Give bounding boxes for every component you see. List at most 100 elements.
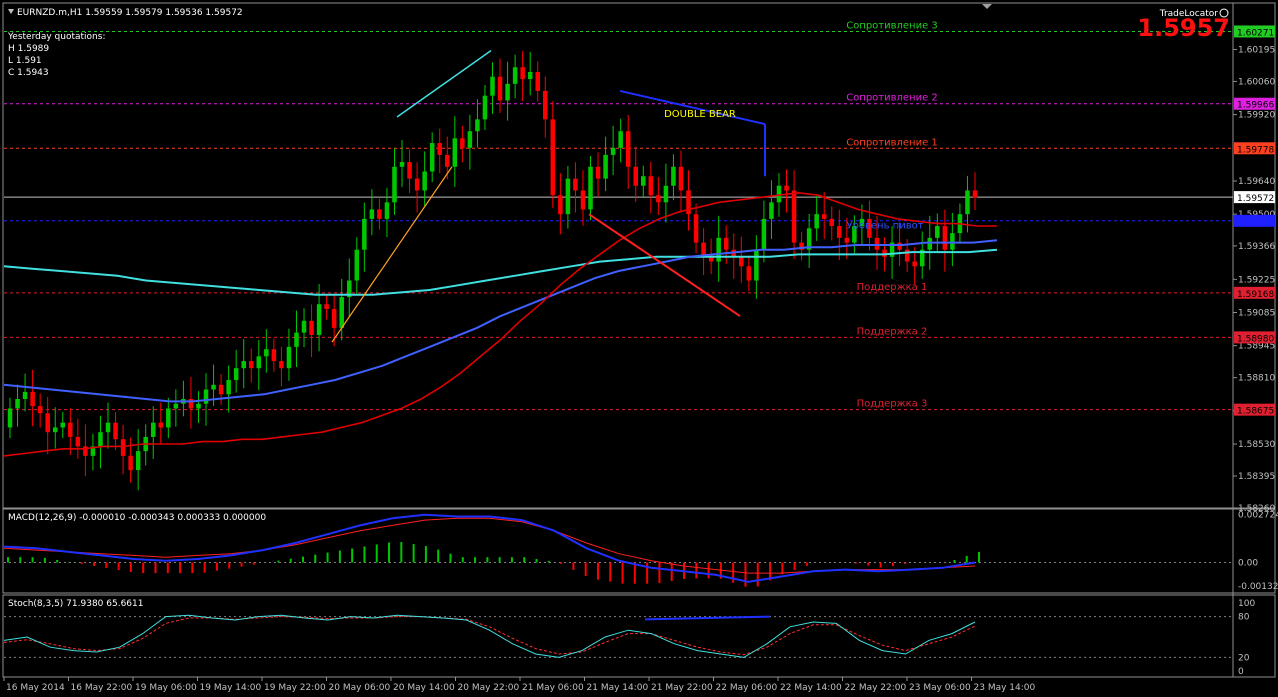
candle-body — [218, 384, 224, 395]
stoch-title: Stoch(8,3,5) 71.9380 65.6611 — [8, 599, 143, 609]
candle-body — [497, 76, 503, 101]
level-badge-value: 1.59778 — [1237, 145, 1274, 155]
yesterday-close: C 1.5943 — [8, 68, 49, 78]
macd-y-tick: 0.002724 — [1238, 510, 1278, 520]
candle-body — [256, 356, 262, 369]
candle-body — [927, 237, 933, 250]
candle-body — [437, 143, 442, 155]
x-tick-label: 20 May 06:00 — [329, 683, 391, 693]
candle-body — [166, 408, 171, 428]
candle-body — [935, 226, 940, 238]
candle-body — [422, 171, 427, 191]
x-tick-label: 22 May 22:00 — [845, 683, 907, 693]
candle-body — [324, 304, 329, 309]
candle-body — [264, 349, 269, 357]
candle-body — [301, 320, 307, 333]
candle-body — [814, 214, 819, 229]
x-tick-label: 21 May 22:00 — [651, 683, 713, 693]
stoch-trendline — [644, 615, 771, 621]
candle-body — [663, 185, 669, 203]
candle-body — [37, 406, 43, 414]
candle-body — [535, 71, 540, 91]
candle-body — [271, 349, 277, 362]
candle-body — [490, 76, 495, 96]
macd-main-line — [3, 513, 976, 583]
stoch-y-tick: 0 — [1238, 667, 1244, 677]
trendline-red — [588, 213, 741, 317]
stoch-frame — [2, 594, 1276, 678]
macd-y-tick: 0.00 — [1238, 558, 1258, 568]
candle-body — [844, 237, 850, 243]
candle-body — [625, 131, 631, 167]
candle-body — [414, 178, 420, 191]
level-badge-value: 1.59168 — [1237, 290, 1274, 300]
x-tick-label: 19 May 06:00 — [135, 683, 197, 693]
candle-body — [761, 218, 767, 250]
candle-body — [309, 320, 314, 336]
candle-body — [641, 176, 646, 186]
stoch-y-tick: 80 — [1238, 613, 1250, 623]
candle-body — [527, 71, 533, 80]
candle-body — [316, 304, 322, 336]
candle-body — [776, 185, 782, 203]
trendline-orange — [331, 166, 453, 343]
candle-body — [648, 176, 654, 196]
candle-body — [678, 166, 684, 191]
x-tick-label: 19 May 22:00 — [264, 683, 326, 693]
y-tick-label: 1.59085 — [1238, 309, 1275, 319]
candle-body — [754, 249, 759, 281]
macd-title: MACD(12,26,9) -0.000010 -0.000343 0.0003… — [8, 513, 266, 523]
level-name: Сопротивление 1 — [846, 137, 938, 148]
candle-body — [407, 162, 412, 179]
candle-body — [821, 214, 827, 219]
candle-body — [716, 237, 721, 262]
candle-body — [972, 190, 978, 198]
candle-body — [618, 131, 623, 148]
candle-body — [150, 422, 156, 437]
level-name: Поддержка 1 — [857, 282, 928, 293]
candle-body — [173, 403, 179, 409]
candle-body — [580, 190, 586, 210]
x-tick-label: 23 May 14:00 — [974, 683, 1036, 693]
candle-body — [377, 209, 382, 219]
candle-body — [113, 422, 118, 440]
candle-body — [429, 143, 435, 172]
candle-body — [60, 422, 66, 428]
candle-body — [656, 195, 661, 203]
pattern-label: DOUBLE BEAR — [664, 109, 736, 120]
level-badge-value: 1.58980 — [1237, 334, 1274, 344]
candle-body — [965, 190, 970, 215]
candle-body — [392, 166, 397, 203]
stoch-k-line — [3, 614, 976, 658]
candle-body — [128, 455, 133, 471]
level-badge-value: 1.59472 — [1237, 218, 1274, 228]
candle-body — [30, 391, 35, 407]
candle-body — [211, 384, 216, 390]
symbol-header: EURNZD.m,H1 1.59559 1.59579 1.59536 1.59… — [17, 8, 243, 18]
candle-body — [693, 214, 699, 243]
candle-body — [241, 361, 246, 369]
candle-body — [98, 432, 103, 447]
chart-canvas[interactable]: 1.601951.600601.599201.596401.595001.593… — [0, 0, 1278, 697]
candle-body — [158, 422, 164, 428]
candle-body — [45, 413, 50, 433]
candle-body — [331, 308, 337, 328]
y-tick-label: 1.59225 — [1238, 275, 1275, 285]
candle-body — [105, 422, 111, 433]
candle-body — [120, 439, 126, 456]
candle-body — [588, 166, 593, 210]
ma-mid-line — [3, 239, 998, 403]
candle-body — [739, 256, 744, 267]
candle-body — [829, 218, 835, 227]
candle-body — [558, 195, 563, 215]
y-tick-label: 1.59920 — [1238, 111, 1275, 121]
candle-body — [475, 119, 480, 132]
pivot-label: Уровень пивот — [846, 220, 923, 231]
level-badge-value: 1.60271 — [1237, 28, 1274, 38]
candle-body — [52, 427, 58, 433]
candle-body — [565, 178, 571, 215]
candle-body — [286, 346, 292, 369]
candle-body — [135, 451, 141, 471]
candle-body — [233, 368, 239, 381]
candle-body — [384, 202, 390, 219]
